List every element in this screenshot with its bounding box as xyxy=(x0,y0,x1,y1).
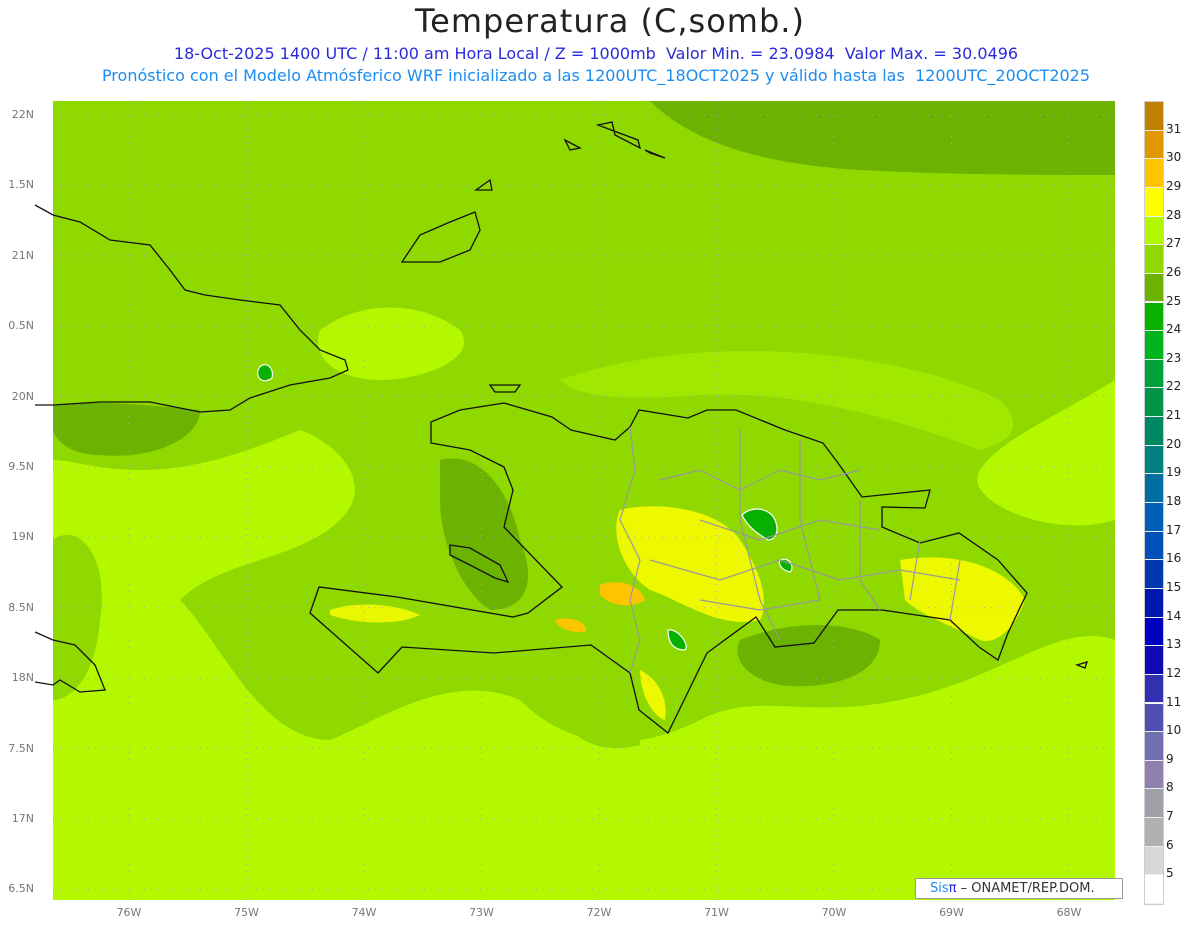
colorbar-label: 31 xyxy=(1166,121,1182,136)
colorbar-label: 24 xyxy=(1166,322,1182,337)
lat-tick-label: 19N xyxy=(11,530,34,544)
colorbar-swatch xyxy=(1145,388,1163,418)
colorbar-label: 10 xyxy=(1166,723,1182,738)
colorbar-swatch xyxy=(1145,359,1163,389)
colorbar-swatch xyxy=(1145,560,1163,589)
lat-tick-label: 18N xyxy=(11,671,34,685)
colorbar-swatch xyxy=(1145,617,1163,647)
colorbar-label: 17 xyxy=(1166,522,1182,537)
colorbar-swatch xyxy=(1145,216,1163,246)
lon-tick-label: 71W xyxy=(704,906,729,919)
colorbar-swatch xyxy=(1145,588,1163,618)
colorbar-label: 20 xyxy=(1166,436,1182,451)
colorbar-label: 5 xyxy=(1166,866,1174,881)
colorbar-swatch xyxy=(1145,302,1163,332)
lon-tick-label: 74W xyxy=(351,906,377,919)
colorbar-label: 13 xyxy=(1166,637,1182,652)
colorbar-swatch xyxy=(1145,674,1163,704)
colorbar-swatch xyxy=(1145,732,1163,761)
colorbar-label: 27 xyxy=(1166,236,1182,251)
colorbar-label: 21 xyxy=(1166,408,1182,423)
colorbar-swatch xyxy=(1145,273,1163,303)
colorbar-swatch xyxy=(1145,646,1163,675)
lon-tick-label: 69W xyxy=(939,906,964,919)
colorbar-label: 23 xyxy=(1166,350,1182,365)
colorbar-label: 9 xyxy=(1166,751,1174,766)
credit-sis: Sis xyxy=(930,881,949,896)
colorbar-label: 14 xyxy=(1166,608,1182,623)
lon-tick-label: 70W xyxy=(821,906,847,919)
lat-tick-label: 17N xyxy=(11,812,34,825)
credit-box: Sisπ – ONAMET/REP.DOM. xyxy=(915,878,1123,899)
colorbar-swatch xyxy=(1145,875,1163,904)
lon-tick-label: 72W xyxy=(586,906,612,919)
lat-tick-label: 6.5N xyxy=(8,882,34,896)
colorbar-label: 28 xyxy=(1166,207,1182,222)
colorbar-label: 7 xyxy=(1166,809,1174,824)
lon-tick-label: 76W xyxy=(116,906,142,919)
temperature-map xyxy=(34,101,1115,900)
colorbar-swatch xyxy=(1145,245,1163,274)
colorbar-label: 11 xyxy=(1166,694,1182,709)
colorbar-swatch xyxy=(1145,818,1163,847)
colorbar-swatch xyxy=(1145,760,1163,790)
colorbar-label: 29 xyxy=(1166,178,1182,193)
colorbar-label: 6 xyxy=(1166,837,1174,852)
colorbar-label: 19 xyxy=(1166,465,1182,480)
lat-tick-label: 21N xyxy=(11,248,34,262)
colorbar-label: 8 xyxy=(1166,780,1174,795)
colorbar xyxy=(1144,101,1164,905)
colorbar-swatch xyxy=(1145,789,1163,819)
lat-tick-label: 1.5N xyxy=(8,178,34,192)
colorbar-label: 18 xyxy=(1166,494,1182,508)
colorbar-label: 30 xyxy=(1166,150,1182,165)
colorbar-swatch xyxy=(1145,846,1163,876)
colorbar-swatch xyxy=(1145,445,1163,475)
colorbar-swatch xyxy=(1145,531,1163,561)
colorbar-swatch xyxy=(1145,130,1163,160)
lat-tick-label: 9.5N xyxy=(8,460,34,473)
colorbar-swatch xyxy=(1145,503,1163,532)
lat-tick-label: 22N xyxy=(11,108,34,121)
lon-tick-label: 73W xyxy=(469,906,494,919)
colorbar-swatch xyxy=(1145,187,1163,217)
colorbar-swatch xyxy=(1145,331,1163,360)
colorbar-label: 15 xyxy=(1166,579,1182,594)
colorbar-label: 25 xyxy=(1166,293,1182,308)
colorbar-swatch xyxy=(1145,102,1163,131)
lon-tick-label: 75W xyxy=(234,906,259,919)
colorbar-label: 16 xyxy=(1166,551,1182,566)
lat-tick-label: 0.5N xyxy=(8,319,34,333)
lon-tick-label: 68W xyxy=(1056,906,1082,919)
colorbar-label: 12 xyxy=(1166,665,1182,680)
lat-tick-label: 8.5N xyxy=(8,600,34,614)
colorbar-swatch xyxy=(1145,474,1163,503)
lat-tick-label: 7.5N xyxy=(8,741,34,755)
colorbar-label: 26 xyxy=(1166,264,1182,279)
credit-org: – ONAMET/REP.DOM. xyxy=(956,881,1095,896)
colorbar-swatch xyxy=(1145,159,1163,188)
colorbar-label: 22 xyxy=(1166,379,1182,394)
colorbar-swatch xyxy=(1145,703,1163,733)
colorbar-swatch xyxy=(1145,417,1163,446)
lat-tick-label: 20N xyxy=(11,389,34,403)
